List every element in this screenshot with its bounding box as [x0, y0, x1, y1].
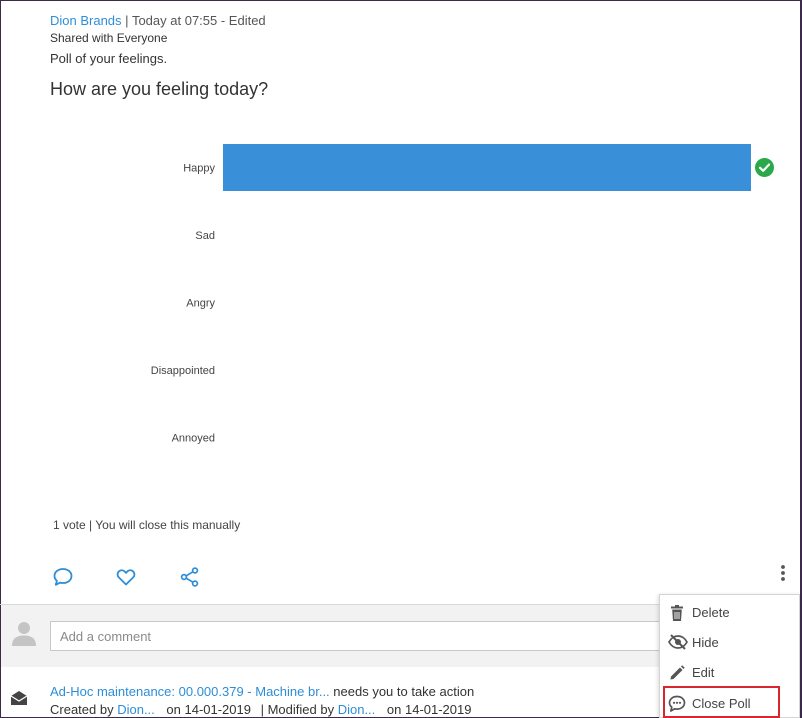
menu-item-close-poll[interactable]: Close Poll — [660, 688, 801, 718]
selected-check-icon — [754, 157, 775, 178]
eye-slash-icon — [668, 634, 688, 650]
post-header: Dion Brands | Today at 07:55 - Edited Sh… — [50, 13, 790, 100]
feed-title-link[interactable]: Ad-Hoc maintenance: 00.000.379 - Machine… — [50, 684, 330, 699]
post-options-menu: Delete Hide Edit Close Poll — [659, 594, 800, 718]
vote-summary: 1 vote | You will close this manually — [53, 518, 241, 532]
category-label: Sad — [195, 230, 215, 242]
menu-item-delete[interactable]: Delete — [660, 597, 801, 627]
category-label: Angry — [186, 298, 215, 310]
created-label: Created by — [50, 702, 118, 717]
meta-separator: | — [125, 13, 129, 28]
created-by-link[interactable]: Dion... — [117, 702, 155, 717]
share-icon[interactable] — [179, 566, 201, 588]
poll-chart: Happy Sad Angry Disappointed Annoyed — [50, 140, 780, 480]
poll-chart-svg: Happy Sad Angry Disappointed Annoyed — [151, 144, 751, 445]
kebab-icon[interactable] — [775, 563, 791, 585]
modified-label: | Modified by — [260, 702, 338, 717]
category-label: Happy — [183, 163, 215, 175]
menu-item-label: Hide — [692, 635, 719, 650]
chat-bubble-icon — [668, 695, 686, 712]
menu-item-hide[interactable]: Hide — [660, 627, 801, 657]
menu-item-edit[interactable]: Edit — [660, 657, 801, 687]
author-link[interactable]: Dion Brands — [50, 13, 122, 28]
poll-question: How are you feeling today? — [50, 79, 269, 99]
menu-item-label: Delete — [692, 605, 730, 620]
shared-with: Shared with Everyone — [50, 31, 168, 45]
post-timestamp: Today at 07:55 - Edited — [131, 13, 266, 28]
post-description: Poll of your feelings. — [50, 51, 168, 66]
feed-title: Ad-Hoc maintenance: 00.000.379 - Machine… — [50, 684, 478, 699]
feed-meta: Created by Dion... on 14-01-2019 | Modif… — [50, 702, 478, 717]
menu-item-label: Close Poll — [692, 696, 751, 711]
category-label: Annoyed — [172, 433, 215, 445]
pencil-icon — [668, 664, 686, 680]
modified-by-link[interactable]: Dion... — [338, 702, 376, 717]
feed-title-suffix: needs you to take action — [329, 684, 475, 699]
poll-bar — [223, 144, 751, 191]
modified-on: on 14-01-2019 — [386, 702, 472, 717]
menu-item-label: Edit — [692, 665, 715, 680]
comment-input[interactable] — [50, 621, 690, 651]
post-meta: Dion Brands | Today at 07:55 - Edited — [50, 13, 790, 29]
trash-icon — [668, 604, 686, 621]
comment-icon[interactable] — [52, 566, 74, 588]
envelope-icon — [10, 690, 28, 706]
avatar — [10, 619, 38, 647]
heart-icon[interactable] — [115, 566, 137, 588]
created-on: on 14-01-2019 — [166, 702, 251, 717]
category-label: Disappointed — [151, 365, 215, 377]
